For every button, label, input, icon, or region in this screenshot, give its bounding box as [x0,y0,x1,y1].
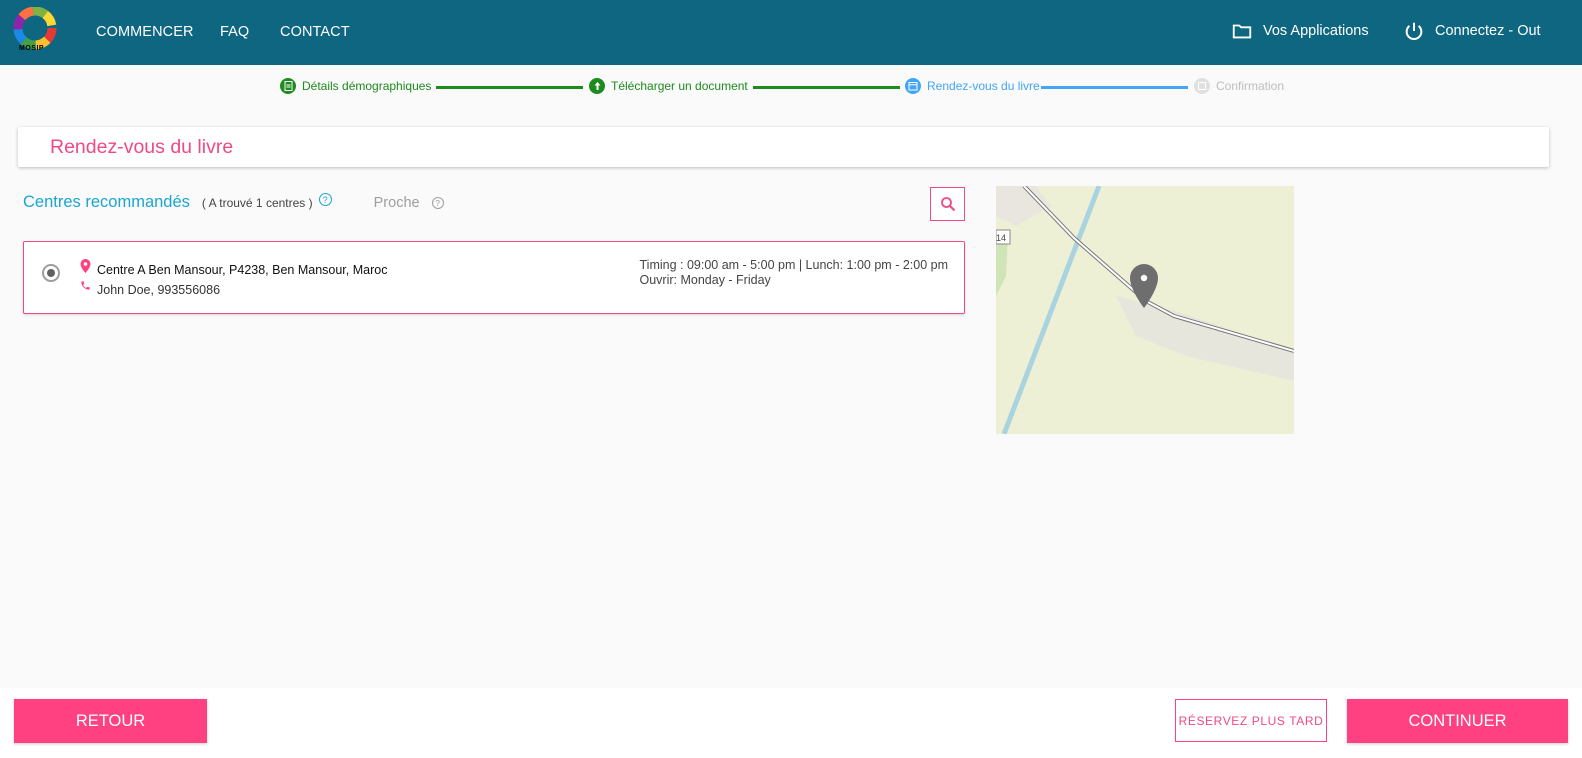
logout-label: Connectez - Out [1435,23,1541,39]
step-label: Télécharger un document [611,79,748,93]
power-icon [1405,22,1423,40]
document-icon [280,78,296,94]
centres-header: Centres recommandés ( A trouvé 1 centres… [23,193,444,212]
centre-address: Centre A Ben Mansour, P4238, Ben Mansour… [97,263,388,277]
help-icon[interactable]: ? [318,193,332,206]
centre-radio[interactable] [42,264,60,282]
calendar-icon [905,78,921,94]
step-book-appointment: Rendez-vous du livre [905,78,1040,94]
step-upload-document: Télécharger un document [589,78,748,94]
step-connector [436,86,583,89]
centre-timing: Timing : 09:00 am - 5:00 pm | Lunch: 1:0… [639,258,949,272]
page-title-card: Rendez-vous du livre [18,127,1549,167]
top-bar: MOSIP COMMENCER FAQ CONTACT Vos Applicat… [0,0,1582,65]
applications-link[interactable]: Vos Applications [1231,20,1369,42]
nav-commencer-link[interactable]: COMMENCER [96,24,194,40]
mosip-logo[interactable]: MOSIP [13,6,57,55]
logo-text: MOSIP [19,45,45,52]
centres-count: ( A trouvé 1 centres ) [201,195,313,210]
centre-card[interactable]: Centre A Ben Mansour, P4238, Ben Mansour… [23,241,965,314]
nav-faq-link[interactable]: FAQ [220,24,249,40]
recommended-centres-tab[interactable]: Centres recommandés [23,193,190,212]
step-confirmation: Confirmation [1194,78,1284,94]
nearby-centres-tab[interactable]: Proche [374,195,420,211]
check-icon [1194,78,1210,94]
continue-button[interactable]: CONTINUER [1347,699,1568,743]
help-icon[interactable]: ? [431,196,444,209]
road-number-label: 14 [996,233,1006,243]
book-later-button[interactable]: RÉSERVEZ PLUS TARD [1175,699,1327,742]
step-label: Confirmation [1216,79,1285,93]
applications-label: Vos Applications [1263,23,1369,39]
logout-link[interactable]: Connectez - Out [1403,20,1541,42]
step-connector [753,86,900,89]
phone-icon [81,281,90,290]
step-label: Rendez-vous du livre [927,79,1040,93]
location-pin-icon [80,259,91,273]
centre-contact: John Doe, 993556086 [97,283,221,297]
nav-contact-link[interactable]: CONTACT [280,24,350,40]
upload-icon [589,78,605,94]
step-demographic-details: Détails démographiques [280,78,431,94]
back-button[interactable]: RETOUR [14,699,207,743]
step-connector [1041,86,1188,89]
footer-bar [0,688,1582,758]
search-icon [940,197,955,212]
step-label: Détails démographiques [302,79,432,93]
progress-stepper: Détails démographiques Télécharger un do… [0,76,1582,98]
map-view[interactable]: 14 [996,186,1294,434]
centre-open-days: Ouvrir: Monday - Friday [639,273,771,287]
search-button[interactable] [930,187,965,221]
centre-hours: Timing : 09:00 am - 5:00 pm | Lunch: 1:0… [640,258,949,288]
folder-icon [1232,24,1252,39]
page-title: Rendez-vous du livre [50,136,234,158]
